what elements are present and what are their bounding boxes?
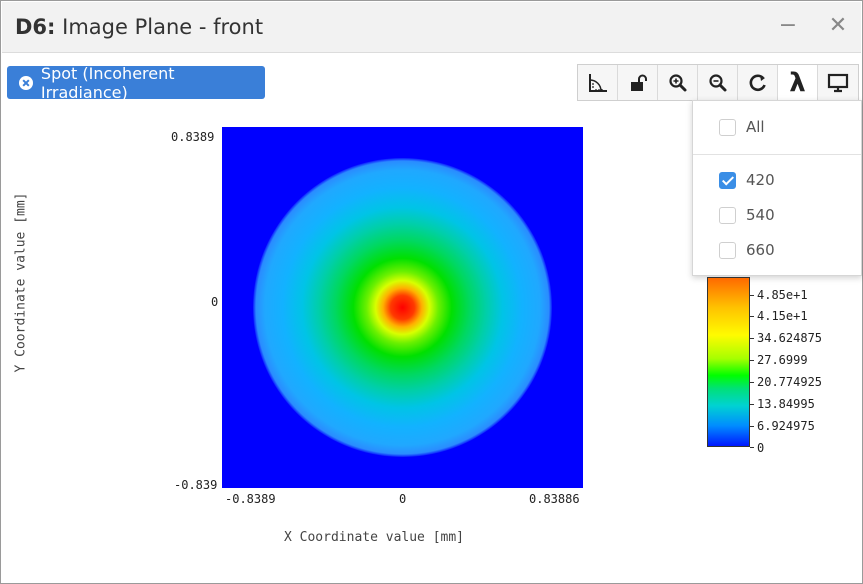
wavelength-dropdown: All 420 540 660 [692, 100, 862, 276]
colorbar-tick [750, 382, 754, 383]
display-button[interactable] [818, 65, 858, 100]
wavelength-option-label: All [746, 118, 765, 136]
wavelength-option-660[interactable]: 660 [719, 239, 775, 261]
colorbar-label: 4.85e+1 [757, 288, 808, 302]
wavelength-option-540[interactable]: 540 [719, 204, 775, 226]
irradiance-spot [253, 158, 552, 457]
colorbar-label: 13.84995 [757, 397, 815, 411]
unlock-button[interactable] [618, 65, 658, 100]
unlock-icon [630, 74, 647, 91]
wavelength-option-420[interactable]: 420 [719, 169, 775, 191]
checkbox-660[interactable] [719, 241, 736, 259]
colorbar-label: 6.924975 [757, 419, 815, 433]
y-tick-label: -0.839 [174, 478, 218, 492]
checkbox-420[interactable] [719, 171, 736, 189]
window-title: D6: Image Plane - front [15, 15, 263, 39]
y-tick-label: 0 [211, 295, 219, 309]
colorbar-label: 27.6999 [757, 353, 808, 367]
colorbar-tick [750, 426, 754, 427]
refresh-icon [749, 73, 766, 91]
wavelength-option-label: 540 [746, 206, 775, 224]
close-button[interactable]: ✕ [824, 12, 852, 40]
window-title-text: Image Plane - front [55, 15, 264, 39]
spot-irradiance-button[interactable]: Spot (Incoherent Irradiance) [7, 63, 265, 102]
minimize-button[interactable]: − [774, 12, 802, 40]
zoom-out-icon [708, 73, 726, 91]
wavelength-option-label: 420 [746, 171, 775, 189]
colorbar-tick [750, 295, 754, 296]
monitor-icon [827, 73, 849, 92]
ruler-angle-icon [588, 73, 607, 92]
y-tick-label: 0.8389 [171, 130, 215, 144]
window-title-id: D6: [15, 15, 56, 39]
colorbar-tick [750, 447, 754, 448]
zoom-in-button[interactable] [658, 65, 698, 100]
checkbox-540[interactable] [719, 206, 736, 224]
wavelength-option-all[interactable]: All [719, 116, 765, 138]
irradiance-map[interactable] [222, 127, 583, 488]
plot-toolbar: λ [577, 64, 859, 101]
spot-irradiance-label: Spot (Incoherent Irradiance) [40, 63, 175, 102]
refresh-button[interactable] [738, 65, 778, 100]
x-axis-title: X Coordinate value [mm] [284, 530, 465, 545]
lambda-icon: λ [789, 67, 806, 98]
ruler-angle-button[interactable] [578, 65, 618, 100]
colorbar-label: 0 [757, 441, 765, 455]
checkbox-all[interactable] [719, 118, 736, 136]
x-tick-label: 0.83886 [529, 492, 580, 506]
colorbar-tick [750, 316, 754, 317]
title-bar[interactable]: D6: Image Plane - front − ✕ [2, 2, 861, 53]
wavelength-option-label: 660 [746, 241, 775, 259]
close-circle-icon [19, 75, 33, 90]
colorbar-tick [750, 338, 754, 339]
wavelength-button[interactable]: λ [778, 65, 818, 100]
x-tick-label: -0.8389 [225, 492, 276, 506]
colorbar-tick [750, 360, 754, 361]
x-tick-label: 0 [399, 492, 407, 506]
colorbar-tick [750, 404, 754, 405]
colorbar-label: 34.624875 [757, 331, 823, 345]
y-axis-title: Y Coordinate value [mm] [13, 192, 29, 373]
dropdown-divider [693, 154, 861, 155]
colorbar-label: 20.774925 [757, 375, 823, 389]
plot-window: D6: Image Plane - front − ✕ Spot (Incohe… [0, 0, 863, 584]
zoom-in-icon [668, 73, 686, 91]
colorbar [707, 277, 750, 447]
colorbar-label: 4.15e+1 [757, 309, 808, 323]
zoom-out-button[interactable] [698, 65, 738, 100]
